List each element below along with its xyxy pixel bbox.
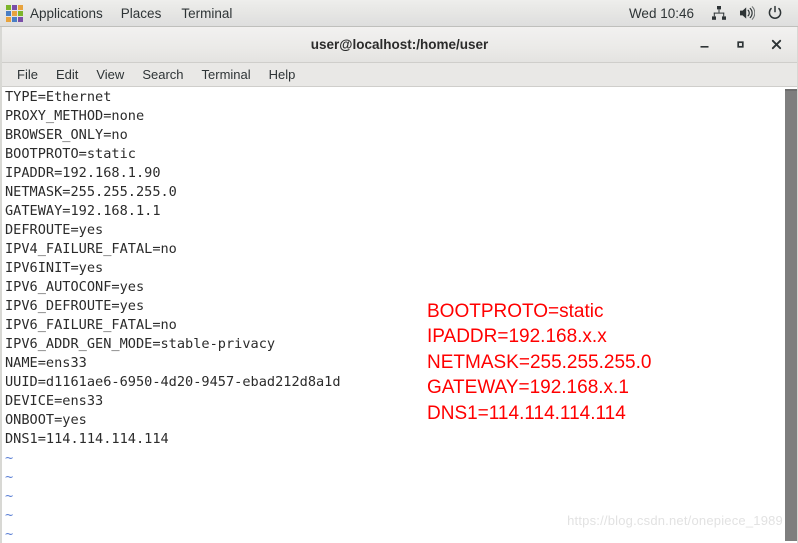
annotation-line: DNS1=114.114.114.114 (427, 402, 626, 424)
terminal-line: IPV6_DEFROUTE=yes (5, 298, 145, 314)
terminal-line: IPV4_FAILURE_FATAL=no (5, 241, 177, 257)
terminal-app-menu[interactable]: Terminal (171, 0, 242, 26)
desktop-top-panel: Applications Places Terminal Wed 10:46 (0, 0, 798, 27)
terminal-line: TYPE=Ethernet (5, 89, 112, 105)
places-menu[interactable]: Places (111, 0, 172, 26)
maximize-button[interactable] (727, 33, 753, 57)
terminal-empty-line-marker: ~ (5, 469, 14, 485)
terminal-line: DEVICE=ens33 (5, 393, 104, 409)
terminal-text: TYPE=Ethernet PROXY_METHOD=none BROWSER_ON… (5, 88, 341, 541)
close-button[interactable] (763, 33, 789, 57)
applications-menu-label: Applications (30, 5, 103, 21)
terminal-line: IPV6_ADDR_GEN_MODE=stable-privacy (5, 336, 276, 352)
terminal-empty-line-marker: ~ (5, 526, 14, 541)
terminal-line: IPV6_FAILURE_FATAL=no (5, 317, 177, 333)
annotation-line: BOOTPROTO=static (427, 301, 604, 322)
annotation-line: NETMASK=255.255.255.0 (427, 351, 652, 373)
terminal-content-area[interactable]: TYPE=Ethernet PROXY_METHOD=none BROWSER_ON… (2, 87, 797, 541)
terminal-line: BOOTPROTO=static (5, 146, 136, 162)
menubar: File Edit View Search Terminal Help (2, 63, 797, 87)
terminal-window: user@localhost:/home/user File Edit View (0, 27, 798, 543)
terminal-line: IPV6INIT=yes (5, 260, 104, 276)
menu-file[interactable]: File (8, 65, 47, 84)
terminal-line: PROXY_METHOD=none (5, 108, 145, 124)
terminal-line: UUID=d1161ae6-6950-4d20-9457-ebad212d8a1… (5, 374, 341, 390)
terminal-empty-line-marker: ~ (5, 507, 14, 523)
annotation-line: GATEWAY=192.168.x.1 (427, 377, 629, 399)
window-titlebar[interactable]: user@localhost:/home/user (2, 27, 797, 63)
annotation-line: IPADDR=192.168.x.x (427, 326, 607, 348)
volume-icon[interactable] (734, 0, 760, 26)
menu-view[interactable]: View (87, 65, 133, 84)
applications-menu[interactable]: Applications (0, 0, 111, 26)
clock[interactable]: Wed 10:46 (619, 6, 704, 21)
places-menu-label: Places (120, 5, 162, 21)
minimize-button[interactable] (691, 33, 717, 57)
network-icon[interactable] (706, 0, 732, 26)
terminal-line: ONBOOT=yes (5, 412, 87, 428)
terminal-app-menu-label: Terminal (181, 5, 233, 21)
window-title: user@localhost:/home/user (310, 37, 489, 52)
menu-help[interactable]: Help (260, 65, 305, 84)
terminal-line: NETMASK=255.255.255.0 (5, 184, 177, 200)
menu-edit[interactable]: Edit (47, 65, 87, 84)
applications-grid-icon (6, 4, 23, 22)
terminal-scrollbar[interactable] (785, 87, 797, 541)
terminal-line: DNS1=114.114.114.114 (5, 431, 169, 447)
terminal-line: NAME=ens33 (5, 355, 87, 371)
terminal-line: BROWSER_ONLY=no (5, 127, 128, 143)
terminal-line: IPADDR=192.168.1.90 (5, 165, 161, 181)
terminal-line: DEFROUTE=yes (5, 222, 104, 238)
menu-terminal[interactable]: Terminal (193, 65, 260, 84)
power-icon[interactable] (762, 0, 788, 26)
menu-search[interactable]: Search (133, 65, 192, 84)
red-annotation-overlay: BOOTPROTO=static IPADDR=192.168.x.x NETMAS… (427, 299, 651, 426)
panel-status-area: Wed 10:46 (619, 0, 798, 26)
window-controls (691, 33, 797, 57)
watermark: https://blog.csdn.net/onepiece_1989 (567, 513, 783, 528)
terminal-line: GATEWAY=192.168.1.1 (5, 203, 161, 219)
terminal-empty-line-marker: ~ (5, 488, 14, 504)
terminal-line: IPV6_AUTOCONF=yes (5, 279, 145, 295)
terminal-empty-line-marker: ~ (5, 450, 14, 466)
terminal-scrollbar-thumb[interactable] (785, 89, 797, 541)
